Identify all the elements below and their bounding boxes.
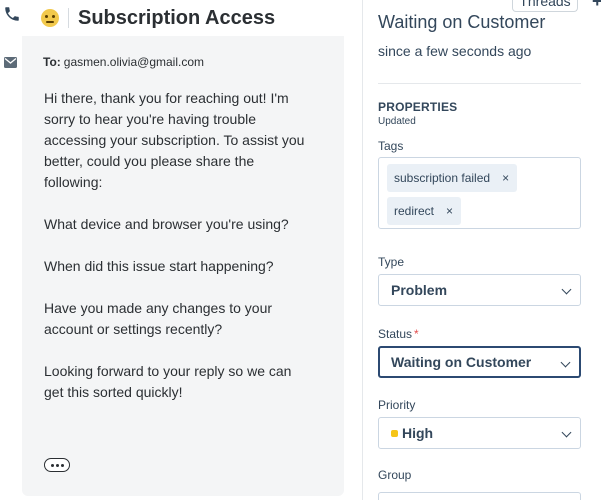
recipient-line: To: gasmen.olivia@gmail.com (43, 55, 204, 69)
section-divider (378, 83, 581, 84)
status-select[interactable]: Waiting on Customer (378, 346, 581, 378)
mail-icon (4, 57, 17, 68)
tag-chip: subscription failed × (387, 164, 518, 192)
type-select[interactable]: Problem (378, 274, 581, 306)
tag-label: subscription failed (394, 171, 491, 185)
status-label: Status * (378, 327, 419, 341)
group-label: Group (378, 468, 412, 482)
plus-icon[interactable]: + (592, 0, 601, 12)
neutral-face-emoji-icon (41, 9, 59, 27)
chevron-down-icon (561, 284, 572, 295)
recipient-email: gasmen.olivia@gmail.com (63, 55, 204, 69)
type-label: Type (378, 255, 405, 269)
message-body: Hi there, thank you for reaching out! I'… (44, 88, 314, 424)
show-more-button[interactable] (44, 458, 70, 472)
priority-label: Priority (378, 398, 416, 412)
tab-threads[interactable]: Threads (512, 0, 578, 12)
status-value: Waiting on Customer (391, 354, 532, 370)
required-marker: * (414, 327, 419, 341)
message-paragraph: What device and browser you're using? (44, 216, 289, 232)
message-paragraph: Looking forward to your reply so we can … (44, 363, 292, 400)
remove-tag-icon[interactable]: × (446, 204, 453, 218)
to-label: To: (43, 55, 61, 69)
email-message: To: gasmen.olivia@gmail.com Hi there, tha… (22, 36, 344, 496)
conversation-pane: Subscription Access To: gasmen.olivia@gma… (0, 0, 362, 500)
message-paragraph: Hi there, thank you for reaching out! I'… (44, 90, 305, 190)
chevron-down-icon (560, 357, 571, 368)
tag-chip: redirect × (387, 197, 462, 225)
ellipsis-icon (60, 463, 64, 467)
phone-icon[interactable] (3, 5, 21, 23)
conversation-title: Subscription Access (78, 6, 276, 29)
chevron-down-icon (561, 427, 572, 438)
message-paragraph: When did this issue start happening? (44, 258, 274, 274)
properties-heading: PROPERTIES (378, 100, 458, 114)
remove-tag-icon[interactable]: × (502, 171, 509, 185)
group-select[interactable] (378, 492, 581, 500)
updated-label: Updated (378, 116, 416, 127)
status-label-text: Status (378, 327, 413, 341)
priority-select[interactable]: High (378, 417, 581, 449)
tag-label: redirect (394, 204, 435, 218)
status-timestamp: since a few seconds ago (378, 43, 532, 59)
header-divider (68, 8, 69, 28)
tags-label: Tags (378, 139, 404, 153)
channel-rail (0, 0, 22, 500)
tags-field[interactable]: subscription failed × redirect × (378, 157, 581, 229)
message-paragraph: Have you made any changes to your accoun… (44, 300, 273, 337)
ticket-status-heading: Waiting on Customer (378, 12, 546, 32)
conversation-header: Subscription Access (22, 0, 344, 36)
priority-indicator (391, 429, 398, 437)
ellipsis-icon (50, 463, 54, 467)
ticket-sidebar: Threads + Waiting on Customer since a fe… (362, 0, 601, 500)
priority-value: High (402, 425, 434, 441)
type-value: Problem (391, 282, 448, 298)
ellipsis-icon (55, 463, 59, 467)
